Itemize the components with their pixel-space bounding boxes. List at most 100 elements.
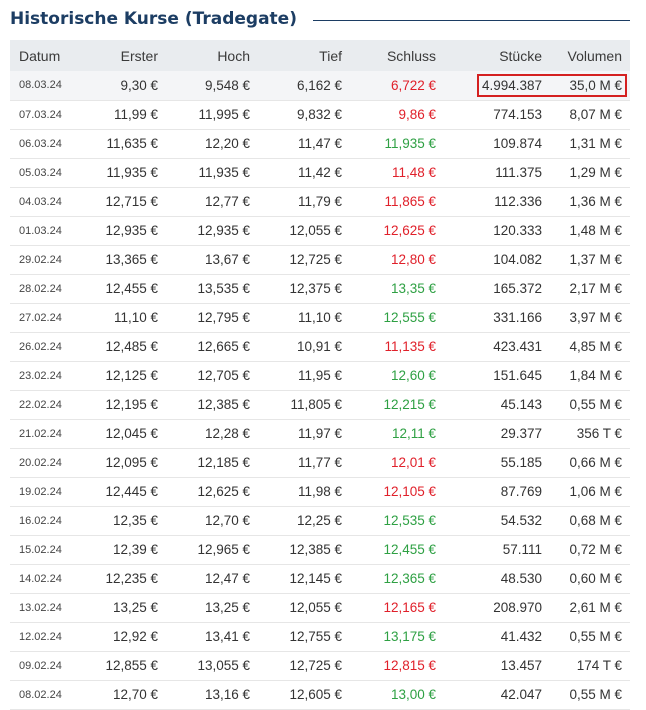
date-cell: 19.02.24 <box>19 485 62 498</box>
pieces-cell: 423.431 <box>493 339 542 354</box>
close-price-cell: 13,00 € <box>390 687 436 702</box>
title-divider <box>312 19 630 21</box>
first-price-cell: 12,70 € <box>112 687 158 702</box>
pieces-cell: 55.185 <box>500 455 542 470</box>
first-price-cell: 12,445 € <box>105 484 158 499</box>
table-row: 01.03.24 12,935 € 12,935 € 12,055 € 12,625 €… <box>10 216 630 245</box>
date-cell: 04.03.24 <box>19 195 62 208</box>
low-price-cell: 11,10 € <box>297 310 342 325</box>
table-row: 05.03.24 11,935 € 11,935 € 11,42 € 11,48 € 11… <box>10 158 630 187</box>
close-price-cell: 9,86 € <box>398 107 436 122</box>
date-cell: 05.03.24 <box>19 166 62 179</box>
first-price-cell: 12,235 € <box>105 571 158 586</box>
first-price-cell: 9,30 € <box>120 77 158 93</box>
volume-cell: 2,17 M € <box>569 281 622 296</box>
table-row: 08.03.24 9,30 € 9,548 € 6,162 € 6,722 € 4.994… <box>10 71 630 100</box>
date-cell: 06.03.24 <box>19 137 62 150</box>
pieces-cell: 111.375 <box>495 165 542 180</box>
first-price-cell: 12,195 € <box>105 397 158 412</box>
first-price-cell: 12,39 € <box>112 542 158 557</box>
first-price-cell: 11,935 € <box>106 165 158 180</box>
table-row: 26.02.24 12,485 € 12,665 € 10,91 € 11,135 € 4… <box>10 332 630 361</box>
low-price-cell: 12,375 € <box>289 281 342 296</box>
close-price-cell: 12,555 € <box>383 310 436 325</box>
low-price-cell: 11,47 € <box>297 136 342 151</box>
volume-cell: 0,55 M € <box>569 687 622 702</box>
first-price-cell: 12,92 € <box>112 629 158 644</box>
column-header-schluss[interactable]: Schluss <box>350 40 444 71</box>
table-row: 16.02.24 12,35 € 12,70 € 12,25 € 12,535 € 54.… <box>10 506 630 535</box>
close-price-cell: 11,135 € <box>384 339 436 354</box>
column-header-tief[interactable]: Tief <box>258 40 350 71</box>
column-header-hoch[interactable]: Hoch <box>166 40 258 71</box>
first-price-cell: 12,095 € <box>105 455 158 470</box>
high-price-cell: 12,625 € <box>197 484 250 499</box>
pieces-cell: 29.377 <box>500 426 542 441</box>
volume-cell: 3,97 M € <box>569 310 622 325</box>
low-price-cell: 11,805 € <box>290 397 342 412</box>
first-price-cell: 11,10 € <box>113 310 158 325</box>
volume-cell: 1,29 M € <box>569 165 622 180</box>
close-price-cell: 11,865 € <box>384 194 436 209</box>
low-price-cell: 12,755 € <box>289 629 342 644</box>
low-price-cell: 9,832 € <box>296 107 342 122</box>
volume-cell: 1,48 M € <box>569 223 622 238</box>
high-price-cell: 12,965 € <box>197 542 250 557</box>
column-header-stuecke[interactable]: Stücke <box>444 40 550 71</box>
pieces-cell: 109.874 <box>493 136 542 151</box>
table-row: 19.02.24 12,445 € 12,625 € 11,98 € 12,105 € 8… <box>10 477 630 506</box>
pieces-cell: 112.336 <box>494 194 542 209</box>
table-row: 21.02.24 12,045 € 12,28 € 11,97 € 12,11 € 29.… <box>10 419 630 448</box>
high-price-cell: 12,185 € <box>197 455 250 470</box>
close-price-cell: 12,11 € <box>391 426 436 441</box>
pieces-cell: 54.532 <box>500 513 542 528</box>
section-title: Historische Kurse (Tradegate) <box>10 9 297 29</box>
close-price-cell: 12,815 € <box>383 658 436 673</box>
low-price-cell: 11,79 € <box>297 194 342 209</box>
close-price-cell: 12,455 € <box>383 542 436 557</box>
date-cell: 22.02.24 <box>19 398 62 411</box>
volume-cell: 1,37 M € <box>569 252 622 267</box>
section-header: Historische Kurse (Tradegate) <box>10 6 630 32</box>
volume-cell: 1,31 M € <box>569 136 622 151</box>
pieces-cell: 87.769 <box>500 484 542 499</box>
low-price-cell: 11,97 € <box>297 426 342 441</box>
pieces-cell: 13.457 <box>500 658 542 673</box>
first-price-cell: 12,715 € <box>105 194 158 209</box>
close-price-cell: 13,35 € <box>390 281 436 296</box>
low-price-cell: 11,42 € <box>297 165 342 180</box>
date-cell: 28.02.24 <box>19 282 62 295</box>
table-row: 22.02.24 12,195 € 12,385 € 11,805 € 12,215 €… <box>10 390 630 419</box>
pieces-cell: 4.994.387 <box>481 77 542 93</box>
volume-cell: 1,84 M € <box>569 368 622 383</box>
column-header-datum[interactable]: Datum <box>10 40 82 71</box>
first-price-cell: 12,935 € <box>105 223 158 238</box>
low-price-cell: 6,162 € <box>296 77 342 93</box>
date-cell: 23.02.24 <box>19 369 62 382</box>
volume-cell: 0,55 M € <box>569 397 622 412</box>
table-row: 23.02.24 12,125 € 12,705 € 11,95 € 12,60 € 15… <box>10 361 630 390</box>
column-header-volumen[interactable]: Volumen <box>550 40 630 71</box>
close-price-cell: 12,215 € <box>383 397 436 412</box>
high-price-cell: 12,385 € <box>197 397 250 412</box>
volume-cell: 8,07 M € <box>569 107 622 122</box>
high-price-cell: 12,665 € <box>197 339 250 354</box>
volume-cell: 174 T € <box>576 658 622 673</box>
pieces-cell: 48.530 <box>500 571 542 586</box>
close-price-cell: 12,01 € <box>390 455 436 470</box>
volume-cell: 35,0 M € <box>569 77 622 93</box>
table-row: 12.02.24 12,92 € 13,41 € 12,755 € 13,175 € 41… <box>10 622 630 651</box>
high-price-cell: 12,935 € <box>197 223 250 238</box>
high-price-cell: 13,25 € <box>204 600 250 615</box>
low-price-cell: 10,91 € <box>296 339 342 354</box>
close-price-cell: 13,175 € <box>383 629 436 644</box>
high-price-cell: 13,535 € <box>197 281 250 296</box>
column-header-erster[interactable]: Erster <box>82 40 166 71</box>
pieces-cell: 41.432 <box>500 629 542 644</box>
high-price-cell: 13,67 € <box>204 252 250 267</box>
volume-cell: 0,55 M € <box>569 629 622 644</box>
low-price-cell: 11,95 € <box>297 368 342 383</box>
volume-cell: 356 T € <box>576 426 622 441</box>
first-price-cell: 13,25 € <box>112 600 158 615</box>
pieces-cell: 151.645 <box>493 368 542 383</box>
